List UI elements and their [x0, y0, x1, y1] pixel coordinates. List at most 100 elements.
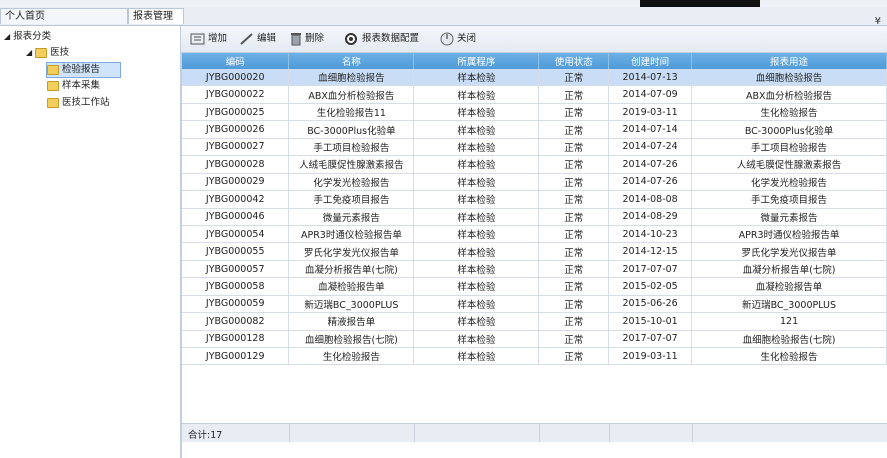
toolbar: 增加 编辑 删除 报表数据配置 关闭: [181, 26, 887, 53]
table-row[interactable]: JYBG000026 BC-3000Plus化验单 样本检验 正常 2014-07-14…: [182, 120, 887, 139]
table-cell: 生化检验报告: [691, 103, 887, 122]
close-label: 关闭: [457, 33, 477, 44]
expand-arrow-icon[interactable]: ◢: [4, 32, 10, 41]
table-cell: 血细胞检验报告: [691, 69, 887, 87]
table-cell: 2014-07-09: [608, 85, 693, 104]
table-row[interactable]: JYBG000057 血凝分析报告单(七院) 样本检验 正常 2017-07-07 血凝分…: [182, 260, 887, 279]
table-cell: 手工免疫项目报告: [288, 190, 415, 209]
table-cell: 化学发光检验报告: [288, 173, 415, 192]
close-button[interactable]: 关闭: [439, 30, 476, 48]
table-cell: JYBG000026: [182, 120, 290, 139]
table-row[interactable]: JYBG000022 ABX血分析检验报告 样本检验 正常 2014-07-09 ABX血…: [182, 85, 887, 104]
table-cell: 样本检验: [413, 69, 540, 87]
table-row[interactable]: JYBG000025 生化检验报告11 样本检验 正常 2019-03-11 生化检验报告: [182, 103, 887, 122]
table-cell: 样本检验: [413, 330, 540, 349]
table-cell: 2014-07-13: [608, 69, 693, 87]
power-icon: [440, 32, 454, 45]
table-cell: 手工项目检验报告: [691, 138, 887, 157]
table-cell: JYBG000057: [182, 260, 290, 279]
table-cell: 样本检验: [413, 155, 540, 174]
edit-button[interactable]: 编辑: [239, 30, 276, 48]
table-cell: 样本检验: [413, 138, 540, 157]
table-cell: 2015-02-05: [608, 277, 693, 296]
column-header[interactable]: 使用状态: [538, 53, 610, 69]
table-cell: 正常: [538, 208, 610, 226]
table-row[interactable]: JYBG000046 微量元素报告 样本检验 正常 2014-08-29 微量元素报告: [182, 208, 887, 226]
table-cell: 样本检验: [413, 190, 540, 209]
table-row[interactable]: JYBG000055 罗氏化学发光仪报告单 样本检验 正常 2014-12-15 罗氏化学…: [182, 242, 887, 261]
table-cell: 2014-07-26: [608, 173, 693, 192]
table-cell: JYBG000029: [182, 173, 290, 192]
config-label: 报表数据配置: [362, 33, 420, 44]
tab-home[interactable]: 个人首页(QH_HealthCloud): [0, 8, 128, 38]
tree-item-lab-report[interactable]: 检验报告: [46, 62, 122, 78]
folder-icon: [47, 64, 59, 75]
table-cell: 微量元素报告: [288, 208, 415, 226]
table-row[interactable]: JYBG000029 化学发光检验报告 样本检验 正常 2014-07-26 化学发光检验…: [182, 173, 887, 192]
tree-group[interactable]: ◢ 医技: [26, 46, 69, 60]
table-row[interactable]: JYBG000027 手工项目检验报告 样本检验 正常 2014-07-24 手工项目检验…: [182, 138, 887, 157]
expand-arrow-icon[interactable]: ◢: [26, 48, 32, 57]
add-button[interactable]: 增加: [190, 30, 227, 48]
add-icon: [190, 33, 205, 44]
table-cell: BC-3000Plus化验单: [691, 120, 887, 139]
column-header[interactable]: 所属程序: [413, 53, 540, 69]
trash-icon: [291, 32, 301, 45]
tree-group-label: 医技: [50, 47, 70, 58]
tree-root[interactable]: ◢ 报表分类: [4, 30, 51, 44]
table-cell: 正常: [538, 85, 610, 104]
table-cell: JYBG000022: [182, 85, 290, 104]
table-row[interactable]: JYBG000082 精液报告单 样本检验 正常 2015-10-01 121: [182, 312, 887, 331]
table-row[interactable]: JYBG000054 APR3时通仪检验报告单 样本检验 正常 2014-10-23 AP…: [182, 225, 887, 244]
tab-bar: 个人首页(QH_HealthCloud) 报表管理× ¥: [0, 7, 887, 38]
table-cell: 人绒毛膜促性腺激素报告: [288, 155, 415, 174]
table-cell: 正常: [538, 190, 610, 209]
table-row[interactable]: JYBG000042 手工免疫项目报告 样本检验 正常 2014-08-08 手工免疫项目…: [182, 190, 887, 209]
table-cell: APR3时通仪检验报告单: [691, 225, 887, 244]
table-cell: 样本检验: [413, 312, 540, 331]
table-cell: 生化检验报告: [691, 347, 887, 366]
table-row[interactable]: JYBG000129 生化检验报告 样本检验 正常 2019-03-11 生化检验报告: [182, 347, 887, 366]
report-config-button[interactable]: 报表数据配置: [344, 30, 419, 48]
table-row[interactable]: JYBG000128 血细胞检验报告(七院) 样本检验 正常 2017-07-07 血细胞…: [182, 330, 887, 349]
table-cell: 血凝分析报告单(七院): [691, 260, 887, 279]
column-header[interactable]: 名称: [288, 53, 415, 69]
table-cell: 2015-06-26: [608, 295, 693, 314]
folder-icon: [35, 47, 48, 58]
table-cell: JYBG000025: [182, 103, 290, 122]
table-cell: JYBG000054: [182, 225, 290, 244]
table-cell: ABX血分析检验报告: [691, 85, 887, 104]
table-cell: 2014-12-15: [608, 242, 693, 261]
table-cell: 正常: [538, 242, 610, 261]
table-cell: 2015-10-01: [608, 312, 693, 331]
tree-item-workstation[interactable]: 医技工作站: [47, 96, 110, 110]
table-cell: 血细胞检验报告(七院): [691, 330, 887, 349]
tree-item-label: 检验报告: [62, 64, 101, 75]
table-row[interactable]: JYBG000020 血细胞检验报告 样本检验 正常 2014-07-13 血细胞检验报告: [182, 69, 887, 87]
tree-item-sample-collection[interactable]: 样本采集: [47, 79, 100, 93]
table-row[interactable]: JYBG000058 血凝检验报告单 样本检验 正常 2015-02-05 血凝检验报告单: [182, 277, 887, 296]
table-row[interactable]: JYBG000059 新迈瑞BC_3000PLUS 样本检验 正常 2015-06-26…: [182, 295, 887, 314]
pencil-icon: [240, 32, 253, 45]
table-cell: JYBG000128: [182, 330, 290, 349]
table-cell: 正常: [538, 330, 610, 349]
table-cell: 正常: [538, 155, 610, 174]
grid-footer: 合计:17: [182, 423, 887, 442]
table-cell: 2014-10-23: [608, 225, 693, 244]
column-header[interactable]: 报表用途: [691, 53, 887, 69]
table-cell: 正常: [538, 69, 610, 87]
table-cell: 血凝分析报告单(七院): [288, 260, 415, 279]
table-cell: 正常: [538, 312, 610, 331]
table-row[interactable]: JYBG000028 人绒毛膜促性腺激素报告 样本检验 正常 2014-07-26 人绒毛…: [182, 155, 887, 174]
config-icon: [345, 32, 357, 45]
folder-icon: [47, 97, 59, 108]
delete-button[interactable]: 删除: [289, 30, 324, 48]
table-cell: 微量元素报告: [691, 208, 887, 226]
table-cell: 手工项目检验报告: [288, 138, 415, 157]
column-header[interactable]: 创建时间: [608, 53, 693, 69]
table-cell: 2019-03-11: [608, 347, 693, 366]
table-cell: 罗氏化学发光仪报告单: [288, 242, 415, 261]
tree-item-label: 医技工作站: [62, 97, 110, 108]
column-header[interactable]: 编码: [182, 53, 290, 69]
tab-report-management[interactable]: 报表管理×: [128, 8, 184, 38]
